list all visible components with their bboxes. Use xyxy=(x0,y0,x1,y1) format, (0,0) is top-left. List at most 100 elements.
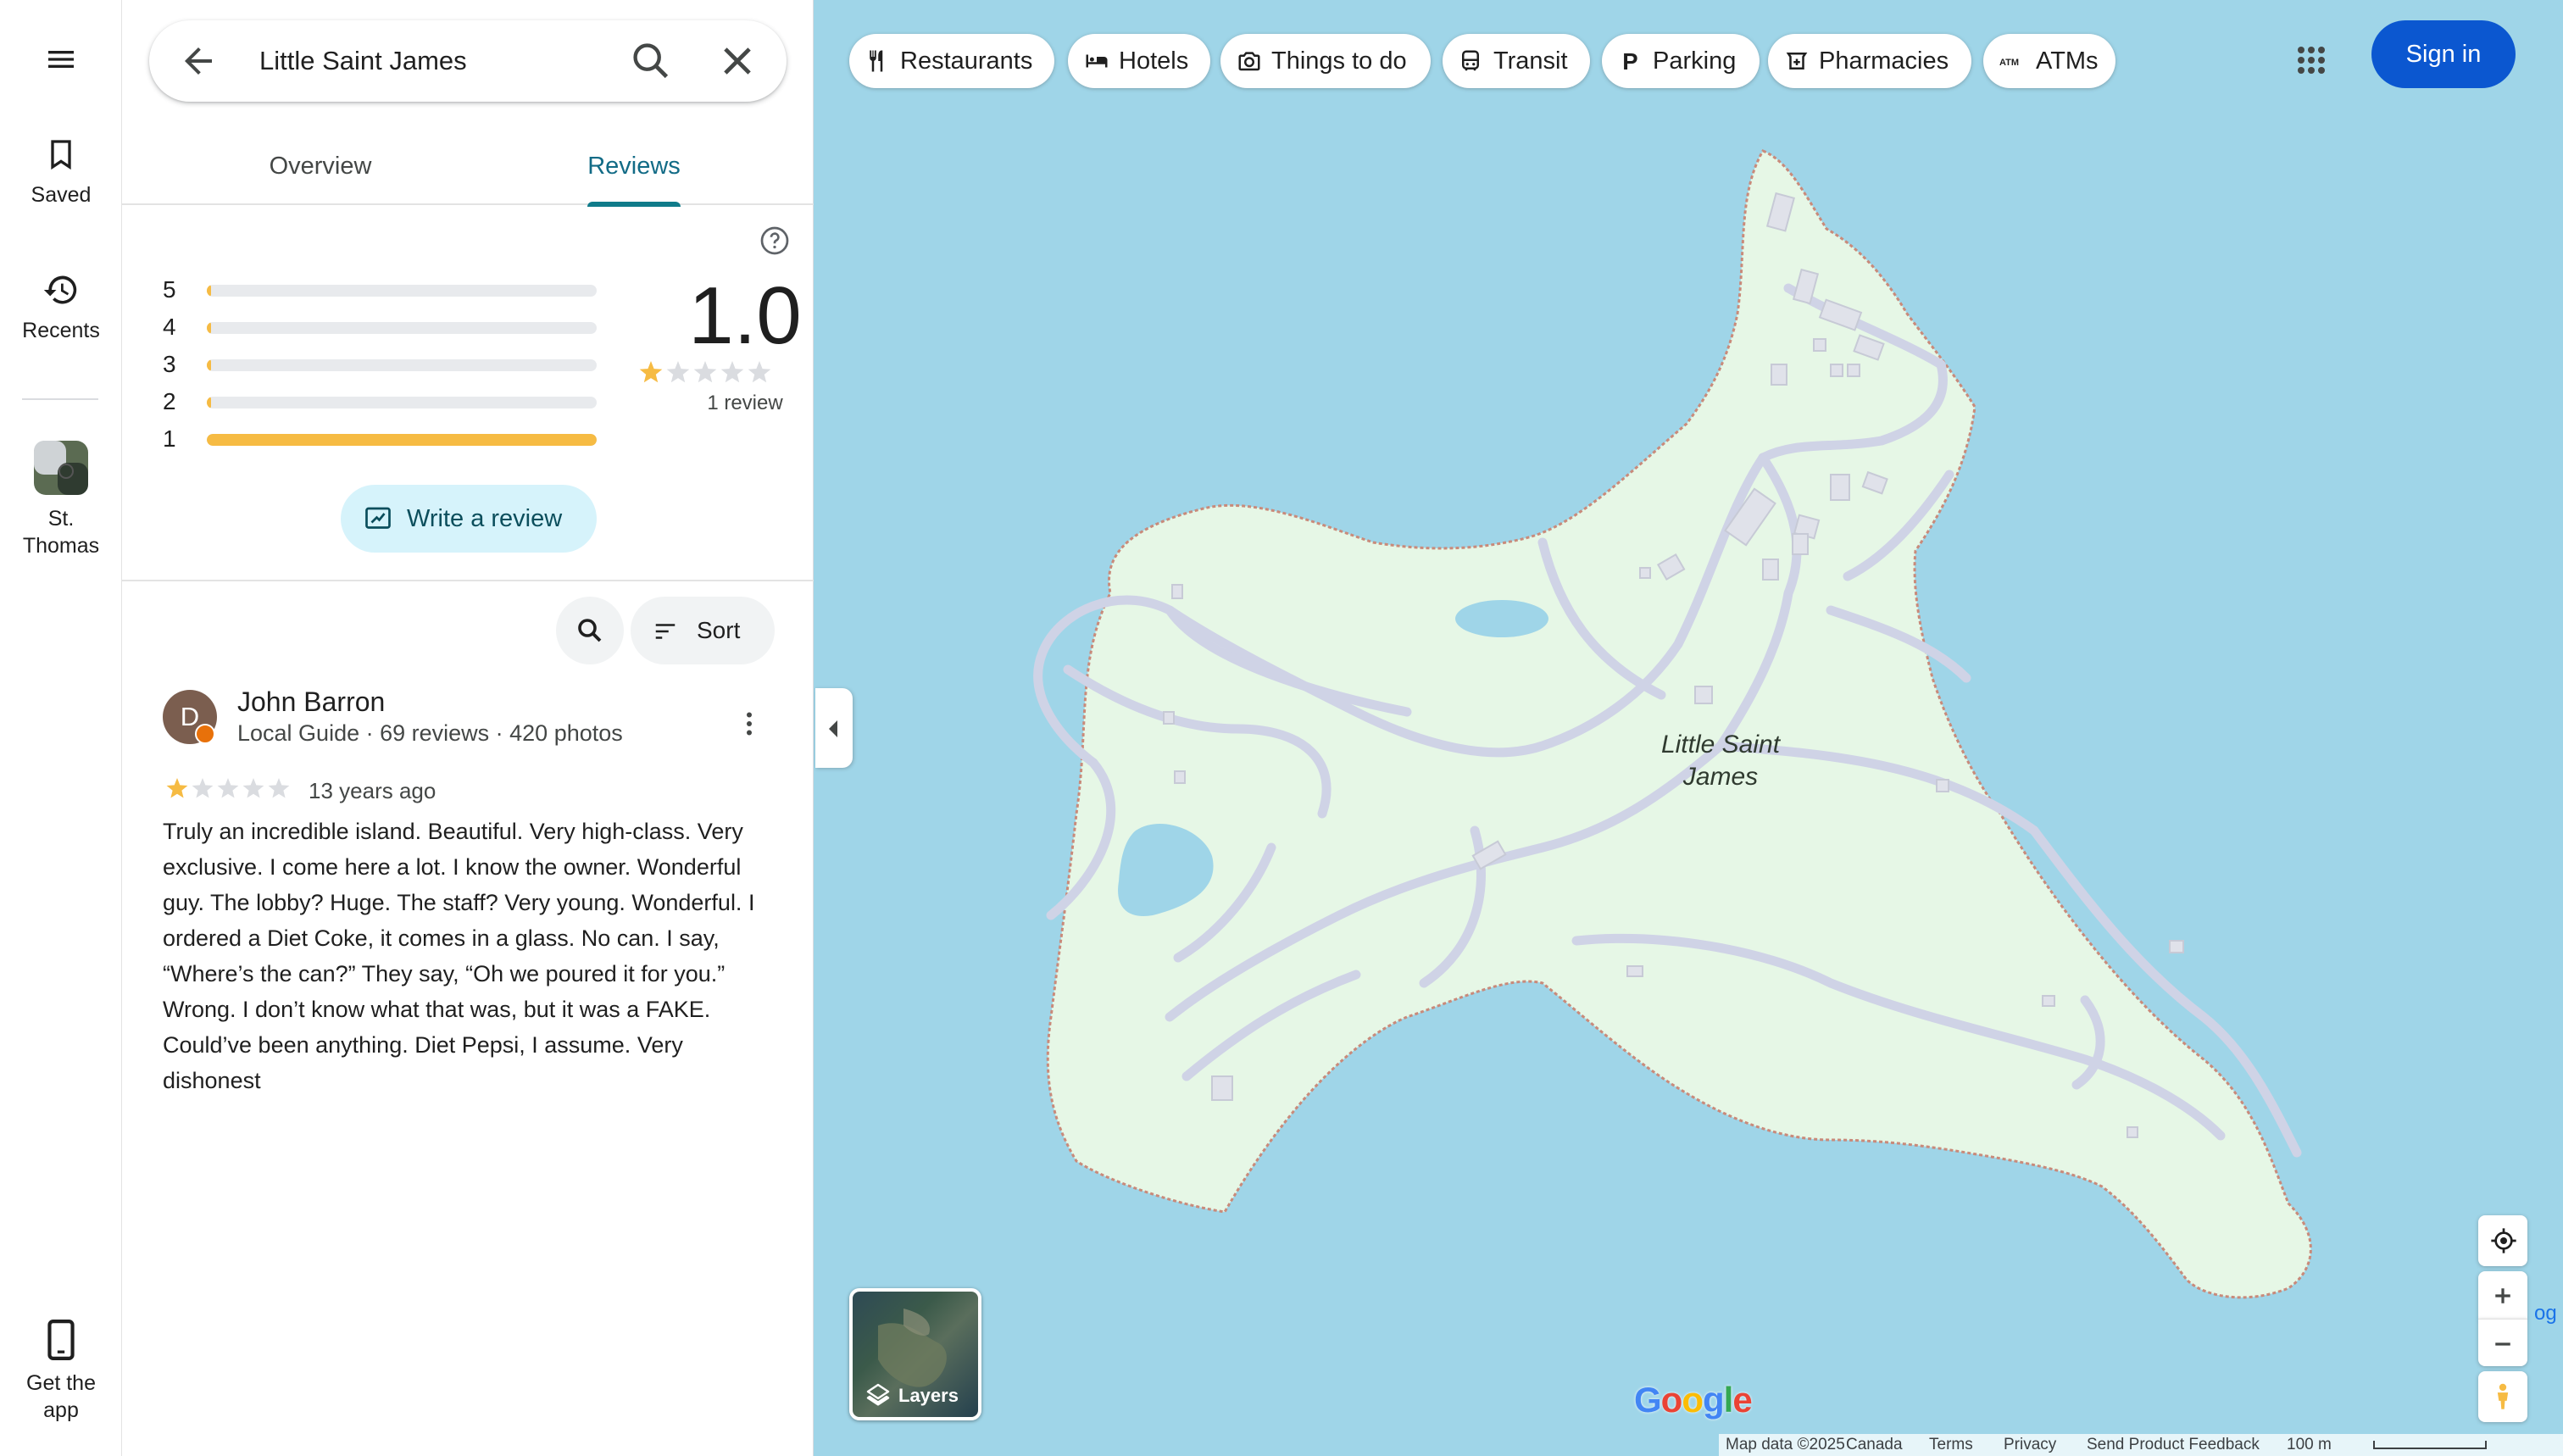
search-box xyxy=(149,20,787,102)
more-vertical-icon[interactable] xyxy=(734,709,764,739)
layers-label: Layers xyxy=(898,1385,959,1406)
chip-parking[interactable]: P Parking xyxy=(1602,34,1760,88)
plus-icon xyxy=(2495,1288,2510,1303)
place-thumbnail-icon xyxy=(34,441,88,495)
chip-things-to-do[interactable]: Things to do xyxy=(1220,34,1431,88)
write-review-label: Write a review xyxy=(407,505,563,532)
tab-reviews-label: Reviews xyxy=(587,153,681,180)
privacy-link[interactable]: Privacy xyxy=(2004,1436,2056,1454)
send-feedback-link[interactable]: Send Product Feedback xyxy=(2087,1436,2260,1454)
chip-pharmacies-label: Pharmacies xyxy=(1819,47,1949,75)
get-app-button[interactable]: Get the app xyxy=(0,1319,122,1424)
history-icon xyxy=(43,275,77,304)
island-landmass xyxy=(1046,149,2312,1299)
camera-icon xyxy=(1238,52,1260,71)
histogram-row-label: 4 xyxy=(163,314,176,340)
saved-button[interactable]: Saved xyxy=(0,136,122,208)
terms-link[interactable]: Terms xyxy=(1929,1436,1973,1454)
recents-button[interactable]: Recents xyxy=(0,271,122,344)
histogram-row: 1 xyxy=(163,422,603,456)
review-text: Truly an incredible island. Beautiful. V… xyxy=(163,819,755,1093)
tab-overview-label: Overview xyxy=(269,153,372,180)
chip-restaurants-label: Restaurants xyxy=(900,47,1033,75)
rail-divider xyxy=(22,398,98,400)
histogram-fill xyxy=(207,359,211,371)
star-empty-icon xyxy=(748,361,771,383)
chip-transit[interactable]: Transit xyxy=(1443,34,1590,88)
pegman-icon xyxy=(2497,1383,2509,1409)
menu-button[interactable] xyxy=(0,42,122,85)
search-reviews-icon xyxy=(578,619,602,642)
review-date: 13 years ago xyxy=(309,778,436,803)
region-link[interactable]: Canada xyxy=(1846,1436,1903,1454)
collapse-panel-button[interactable] xyxy=(815,688,853,768)
help-icon[interactable] xyxy=(759,225,790,256)
sign-in-button[interactable]: Sign in xyxy=(2371,20,2516,88)
histogram-row-label: 3 xyxy=(163,351,176,377)
search-reviews-button[interactable] xyxy=(556,597,624,664)
map-data-credit: Map data ©2025 xyxy=(1726,1436,1845,1453)
close-icon[interactable] xyxy=(715,39,759,83)
star-filled-icon xyxy=(639,361,663,383)
layers-button[interactable]: Layers xyxy=(849,1288,981,1420)
atm-glyph: ATM xyxy=(1999,58,2019,68)
pharmacy-icon xyxy=(1786,53,1808,69)
reviewer-meta: Local Guide · 69 reviews · 420 photos xyxy=(237,720,623,746)
get-app-label-line1: Get the xyxy=(26,1371,96,1395)
scale-label[interactable]: 100 m xyxy=(2287,1436,2332,1454)
edge-text: og xyxy=(2534,1302,2557,1325)
write-review-button[interactable]: Write a review xyxy=(341,485,597,553)
tab-overview[interactable]: Overview xyxy=(219,127,422,205)
google-logo-letter: l xyxy=(1723,1380,1734,1420)
reviewer-name[interactable]: John Barron xyxy=(237,686,385,718)
map-canvas[interactable]: Restaurants Hotels Things to do Transit … xyxy=(814,0,2563,1456)
recents-label: Recents xyxy=(22,319,100,342)
histogram-row-label: 1 xyxy=(163,425,176,452)
histogram-fill xyxy=(207,285,211,297)
fork-knife-icon xyxy=(870,50,883,72)
minus-icon xyxy=(2495,1342,2510,1346)
place-label[interactable]: Little Saint James xyxy=(1636,729,1805,793)
star-empty-icon xyxy=(720,361,744,383)
histogram-fill xyxy=(207,397,211,408)
zoom-out-button[interactable] xyxy=(2478,1319,2527,1366)
chip-atms[interactable]: ATM ATMs xyxy=(1983,34,2115,88)
chip-pharmacies[interactable]: Pharmacies xyxy=(1768,34,1971,88)
star-empty-icon xyxy=(666,361,690,383)
write-review-icon xyxy=(365,507,391,529)
my-location-button[interactable] xyxy=(2478,1215,2527,1266)
bookmark-icon xyxy=(51,140,71,170)
chevron-left-icon xyxy=(829,720,837,737)
recent-place-st-thomas[interactable]: St. Thomas xyxy=(0,439,122,559)
google-apps-icon[interactable] xyxy=(2282,31,2341,90)
chip-restaurants[interactable]: Restaurants xyxy=(849,34,1054,88)
search-input[interactable] xyxy=(259,42,632,80)
tab-reviews[interactable]: Reviews xyxy=(532,127,736,207)
star-empty-icon xyxy=(268,778,290,798)
sort-button[interactable]: Sort xyxy=(631,597,775,664)
get-app-label-line2: app xyxy=(43,1398,79,1422)
back-arrow-icon[interactable] xyxy=(178,41,219,81)
bus-icon xyxy=(1462,50,1479,71)
left-rail: Saved Recents St. Thomas Get the app xyxy=(0,0,122,1456)
place-label-line2: James xyxy=(1682,763,1759,791)
crosshair-icon xyxy=(2491,1228,2516,1253)
chip-hotels[interactable]: Hotels xyxy=(1068,34,1210,88)
histogram-track xyxy=(207,397,597,408)
place-tabs: Overview Reviews xyxy=(122,127,814,207)
chip-parking-label: Parking xyxy=(1653,47,1737,75)
star-empty-icon xyxy=(242,778,264,798)
star-filled-icon xyxy=(166,778,188,798)
histogram-row-label: 5 xyxy=(163,276,176,303)
star-empty-icon xyxy=(192,778,214,798)
search-icon[interactable] xyxy=(629,39,673,83)
star-empty-icon xyxy=(693,361,717,383)
zoom-in-button[interactable] xyxy=(2478,1271,2527,1319)
bed-icon xyxy=(1086,54,1108,68)
histogram-track xyxy=(207,322,597,334)
phone-icon xyxy=(47,1320,75,1360)
star-empty-icon xyxy=(217,778,239,798)
street-view-button[interactable] xyxy=(2478,1371,2527,1422)
island-map xyxy=(1033,149,2312,1299)
histogram-fill xyxy=(207,434,597,446)
